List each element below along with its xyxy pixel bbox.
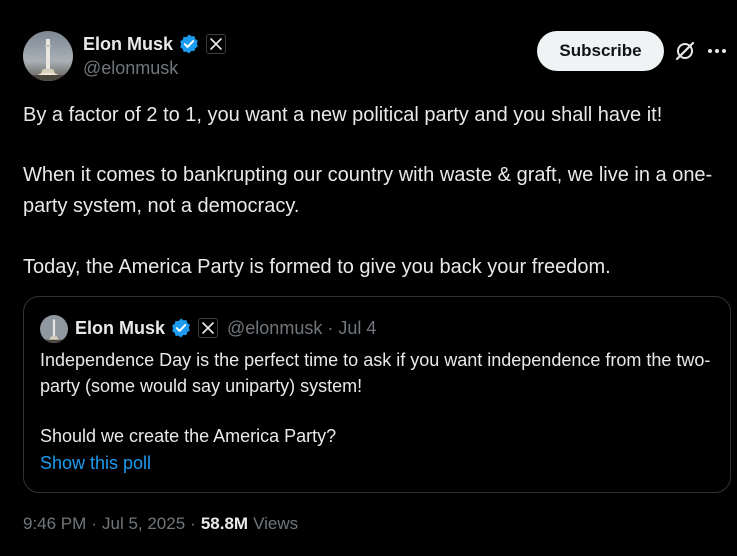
tweet-paragraph-1: By a factor of 2 to 1, you want a new po… — [23, 104, 663, 126]
quoted-separator: · — [327, 317, 334, 338]
x-affiliate-badge-icon[interactable] — [206, 34, 227, 54]
tweet-time[interactable]: 9:46 PM — [23, 514, 86, 534]
tweet-paragraph-2: When it comes to bankrupting our country… — [23, 164, 713, 217]
subscribe-button[interactable]: Subscribe — [537, 31, 664, 71]
avatar[interactable] — [23, 31, 73, 81]
quoted-verified-badge-icon — [170, 317, 192, 339]
meta-separator-1: · — [91, 514, 97, 533]
quoted-tweet[interactable]: Elon Musk @elonmusk · Jul 4 Independence… — [23, 296, 731, 493]
grok-icon[interactable] — [672, 38, 698, 64]
quoted-avatar-image — [40, 315, 68, 343]
meta-separator-2: · — [190, 514, 196, 533]
author-display-name[interactable]: Elon Musk — [83, 34, 173, 55]
quoted-avatar[interactable] — [40, 315, 68, 343]
quoted-date: Jul 4 — [338, 317, 377, 338]
show-poll-link[interactable]: Show this poll — [40, 453, 151, 474]
tweet-paragraph-3: Today, the America Party is formed to gi… — [23, 256, 611, 278]
verified-badge-icon[interactable] — [178, 33, 200, 55]
tweet-date[interactable]: Jul 5, 2025 — [102, 514, 185, 534]
tweet: Elon Musk @elonmusk Subscribe By a facto… — [0, 0, 737, 556]
avatar-image — [23, 31, 73, 81]
more-icon[interactable] — [704, 38, 730, 64]
quoted-x-affiliate-badge-icon — [198, 318, 219, 338]
author-handle[interactable]: @elonmusk — [83, 58, 178, 79]
tweet-meta: 9:46 PM · Jul 5, 2025 · 58.8M Views — [23, 514, 298, 534]
quoted-text-2: Should we create the America Party? — [40, 426, 337, 446]
views-label: Views — [253, 514, 299, 533]
quoted-text-1: Independence Day is the perfect time to … — [40, 350, 711, 396]
quoted-handle: @elonmusk — [227, 317, 323, 338]
views-count: 58.8M — [200, 514, 249, 533]
quoted-header: Elon Musk @elonmusk · Jul 4 — [75, 317, 376, 339]
quoted-display-name: Elon Musk — [75, 317, 166, 338]
author-name-row: Elon Musk — [83, 33, 227, 55]
